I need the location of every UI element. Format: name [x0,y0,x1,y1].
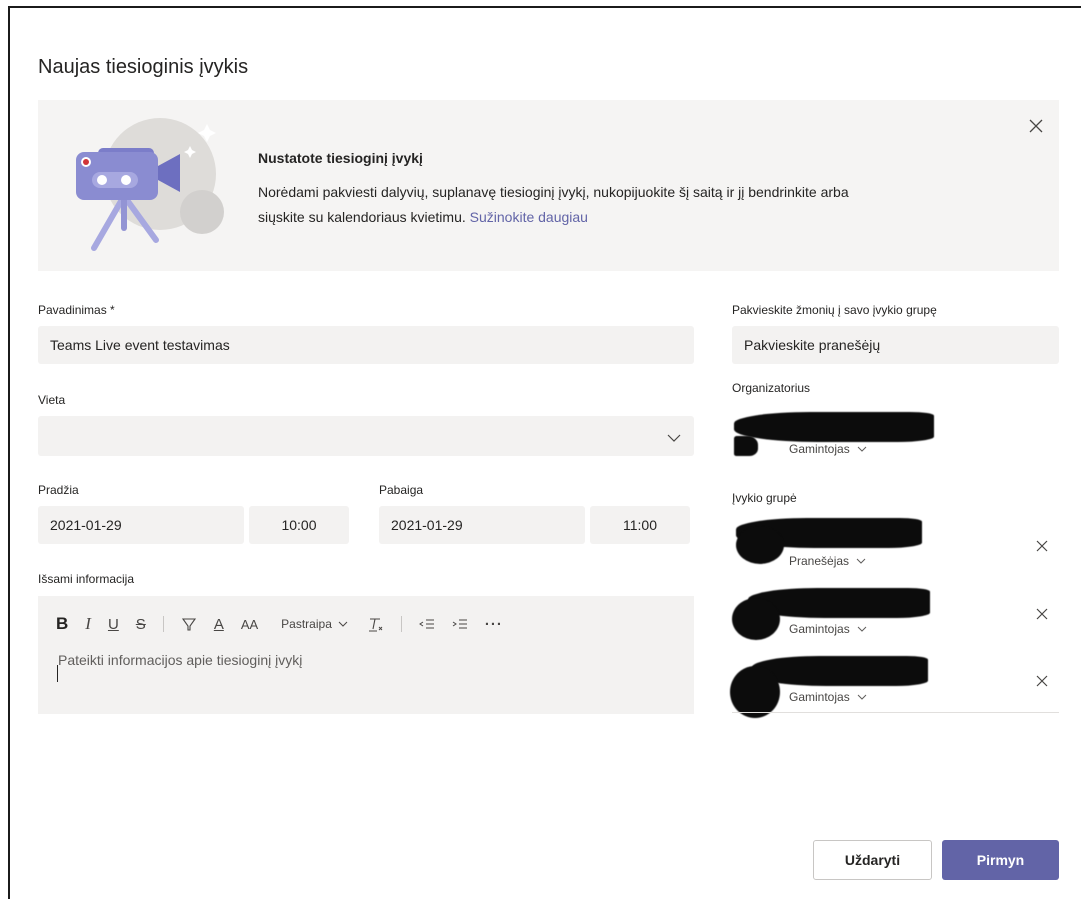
video-camera-illustration-icon [76,118,224,251]
increase-indent-icon[interactable] [452,613,468,635]
strikethrough-button[interactable]: S [136,613,146,635]
member-2-role[interactable]: Gamintojas [789,622,868,636]
paragraph-label: Pastraipa [281,617,332,631]
invite-presenter-input[interactable]: Pakvieskite pranešėjų [732,326,1059,364]
dialog-title: Naujas tiesioginis įvykis [38,56,249,78]
chevron-down-icon [338,621,348,627]
underline-button[interactable]: U [108,613,119,635]
redacted-member-1-avatar [736,526,784,564]
member-2-role-label: Gamintojas [789,622,850,636]
title-input[interactable]: Teams Live event testavimas [38,326,694,364]
learn-more-link[interactable]: Sužinokite daugiau [470,209,588,225]
details-placeholder: Pateikti informacijos apie tiesioginį įv… [58,652,303,668]
event-group-label: Įvykio grupė [732,491,797,505]
chevron-down-icon [667,434,681,442]
highlight-icon[interactable] [181,613,197,635]
start-date-input[interactable]: 2021-01-29 [38,506,244,544]
paragraph-dropdown[interactable]: Pastraipa [281,613,349,635]
start-label: Pradžia [38,483,79,497]
member-1-role[interactable]: Pranešėjas [789,554,867,568]
end-time-input[interactable]: 11:00 [590,506,690,544]
member-1-role-label: Pranešėjas [789,554,850,568]
remove-member-close-icon[interactable] [1034,673,1050,689]
location-label: Vieta [38,393,66,407]
chevron-down-icon [857,446,867,452]
format-toolbar: B I U S A AA Pastraipa ··· [56,612,520,636]
title-label: Pavadinimas * [38,303,115,317]
end-label: Pabaiga [379,483,424,497]
more-options-button[interactable]: ··· [485,613,503,635]
decrease-indent-icon[interactable] [418,613,435,635]
remove-member-close-icon[interactable] [1034,538,1050,554]
redacted-member-3-avatar [730,666,780,718]
close-button[interactable]: Uždaryti [813,840,932,880]
member-list-divider [732,712,1059,713]
chevron-down-icon [856,558,866,564]
member-3-role-label: Gamintojas [789,690,850,704]
member-3-role[interactable]: Gamintojas [789,690,868,704]
bold-button[interactable]: B [56,613,68,635]
redacted-member-2-avatar [732,598,780,640]
font-color-button[interactable]: A [214,613,224,635]
toolbar-separator [162,616,164,632]
organizer-label: Organizatorius [732,381,811,395]
invite-label: Pakvieskite žmonių į savo įvykio grupę [732,303,937,317]
redacted-organizer [734,412,934,442]
remove-member-close-icon[interactable] [1034,606,1050,622]
banner-body-line2: siųskite su kalendoriaus kvietimu. [258,209,466,225]
toolbar-separator [400,616,402,632]
font-size-button[interactable]: AA [241,613,258,635]
organizer-role-label: Gamintojas [789,442,850,456]
chevron-down-icon [857,626,867,632]
details-label: Išsami informacija [38,572,135,586]
banner-body: Norėdami pakviesti dalyvių, suplanavę ti… [258,180,1018,230]
organizer-role: Gamintojas [789,442,868,456]
redacted-organizer-avatar [734,436,758,456]
banner-heading: Nustatote tiesioginį įvykį [258,150,423,166]
italic-button[interactable]: I [85,613,91,635]
chevron-down-icon [857,694,867,700]
banner-body-line1: Norėdami pakviesti dalyvių, suplanavę ti… [258,184,849,200]
clear-format-icon[interactable] [366,613,384,635]
redacted-member-3 [752,656,928,686]
start-time-input[interactable]: 10:00 [249,506,349,544]
location-select[interactable] [38,416,694,456]
text-caret [57,665,58,682]
next-button[interactable]: Pirmyn [942,840,1059,880]
close-icon[interactable] [1026,116,1046,136]
end-date-input[interactable]: 2021-01-29 [379,506,585,544]
